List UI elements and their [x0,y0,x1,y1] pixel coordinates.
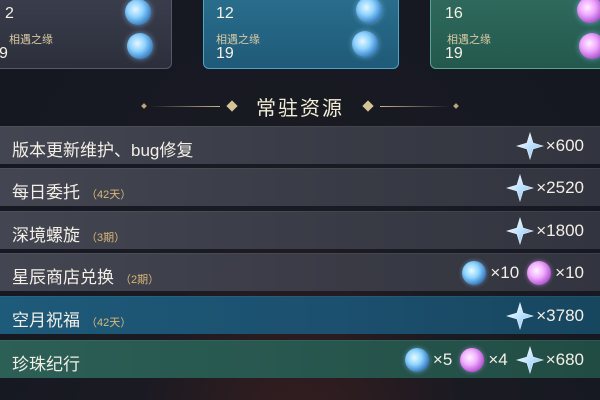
reward-quantity: ×3780 [536,306,584,325]
resource-label: 空月祝福 （42天） [12,306,131,331]
reward-quantity: ×680 [545,350,584,369]
intertwined-fate-icon [527,261,552,285]
resource-name: 深境螺旋 [12,226,80,245]
resource-duration-tag: （2期） [120,274,160,286]
resource-label: 珍珠纪行 [12,350,80,375]
resource-row: 深境螺旋 （3期） ×1800 [0,211,600,249]
resource-name: 每日委托 [12,183,80,202]
header-divider [380,106,450,107]
primogem-icon [506,216,535,246]
acquaint-fate-icon [404,348,429,372]
intertwined-fate-icon [356,0,382,23]
header-divider [150,106,220,107]
resource-label: 星辰商店兑换 （2期） [12,263,159,288]
reward-list: ×1800 [506,216,590,246]
card-value: 12 [216,5,234,22]
resource-duration-tag: （42天） [86,317,132,329]
resource-row: 星辰商店兑换 （2期） ×10 ×10 [0,253,600,291]
resource-name: 版本更新维护、bug修复 [12,141,194,160]
primogem-icon [506,301,535,331]
primogem-icon [515,345,544,375]
resource-row: 空月祝福 （42天） ×3780 [0,296,600,334]
reward-list: ×3780 [506,301,590,331]
resource-name: 空月祝福 [12,311,80,330]
reward-quantity: ×10 [555,263,584,282]
acquaint-fate-icon [462,261,487,285]
card-value-bottom: 9 [0,45,8,63]
reward-list: ×600 [515,131,590,161]
reward-list: ×10 ×10 [462,258,590,288]
primogem-icon [515,131,544,161]
resource-row: 珍珠纪行 ×5 ×4 ×680 [0,340,600,378]
card-subtitle: 相遇之缘 [9,34,53,46]
top-card-middle: 12 相遇之缘 19 [203,0,399,69]
resource-row: 版本更新维护、bug修复 ×600 [0,126,600,164]
section-header: 常驻资源 [0,90,600,120]
card-value: 16 [445,5,463,22]
resource-name: 星辰商店兑换 [12,268,114,287]
acquaint-fate-icon [127,33,153,59]
resource-duration-tag: （3期） [86,232,126,244]
reward-quantity: ×2520 [536,178,584,197]
header-ornament-icon [453,103,459,109]
reward-quantity: ×1800 [536,221,584,240]
intertwined-fate-icon [577,0,600,23]
top-card-right: 16 相遇之缘 19 [430,0,600,69]
resource-label: 深境螺旋 （3期） [12,221,125,246]
card-value: 2 [5,5,14,22]
resource-label: 每日委托 （42天） [12,178,131,203]
reward-list: ×5 ×4 ×680 [404,345,590,375]
resource-label: 版本更新维护、bug修复 [12,136,193,161]
reward-list: ×2520 [506,173,590,203]
top-card-left: 2 相遇之缘 9 [0,0,172,69]
resource-name: 珍珠纪行 [12,355,80,374]
intertwined-fate-icon [579,33,600,59]
intertwined-fate-icon [125,0,151,25]
reward-quantity: ×5 [432,350,453,369]
resource-row: 每日委托 （42天） ×2520 [0,168,600,206]
primogem-icon [506,173,535,203]
resource-duration-tag: （42天） [86,189,132,201]
section-title: 常驻资源 [256,98,344,120]
reward-quantity: ×600 [545,136,584,155]
header-diamond-icon [226,100,238,112]
reward-quantity: ×10 [490,263,520,282]
reward-quantity: ×4 [488,350,508,369]
header-diamond-icon [362,100,374,112]
card-value-bottom: 19 [445,45,463,62]
header-ornament-icon [141,103,147,109]
card-value-bottom: 19 [216,45,234,62]
intertwined-fate-icon [460,348,485,372]
acquaint-fate-icon [352,31,378,57]
